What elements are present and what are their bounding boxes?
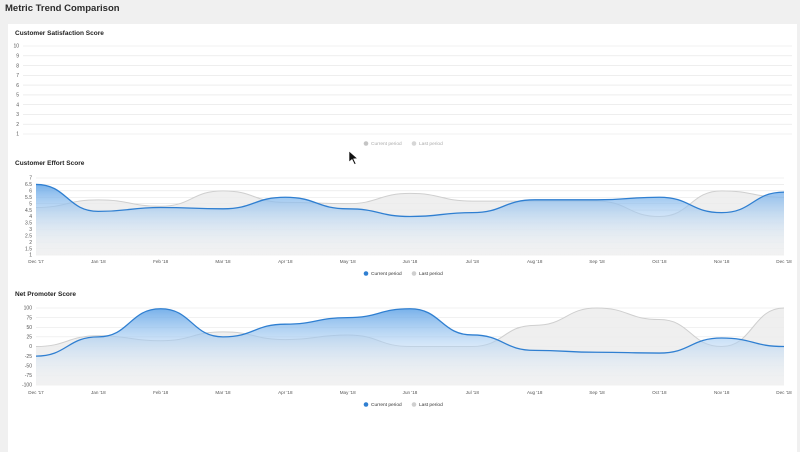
x-tick-label: Aug '18 [527, 390, 543, 395]
legend-current-marker[interactable] [363, 402, 369, 407]
chart-legend: Current period Last period [363, 141, 443, 147]
chart-1: Customer Effort Score 11.522.533.544.555.… [15, 160, 792, 277]
legend-last-label[interactable]: Last period [419, 141, 443, 147]
y-tick-label: 1.5 [25, 246, 32, 252]
y-tick-label: 5 [16, 93, 19, 99]
y-tick-label: 5.5 [25, 195, 32, 201]
y-tick-label: 1 [16, 132, 19, 138]
x-tick-label: Jan '18 [91, 259, 106, 264]
x-tick-label: Jun '18 [403, 390, 418, 395]
legend-last-label[interactable]: Last period [419, 402, 443, 408]
y-tick-label: -50 [25, 363, 32, 369]
x-tick-label: Feb '18 [153, 259, 169, 264]
y-tick-label: 6 [16, 83, 19, 89]
y-tick-label: 100 [24, 306, 33, 312]
x-tick-label: Dec '17 [28, 390, 44, 395]
y-tick-label: 4 [29, 214, 32, 220]
y-tick-label: 6.5 [25, 182, 32, 188]
chart-0: Customer Satisfaction Score 1 2 3 4 5 6 7 8 9 10 Cu… [13, 30, 792, 147]
y-tick-label: 50 [26, 325, 32, 331]
charts-canvas: Customer Satisfaction Score12345678910Cu… [13, 30, 792, 408]
x-tick-label: Jul '18 [466, 259, 480, 264]
y-tick-label: 0 [29, 344, 32, 350]
x-tick-label: Jun '18 [403, 259, 418, 264]
y-tick-label: 3 [29, 227, 32, 233]
y-tick-label: 3 [16, 112, 19, 118]
legend-last-marker[interactable] [411, 271, 417, 276]
chart-title: Customer Effort Score [15, 160, 85, 167]
y-tick-label: 4.5 [25, 208, 32, 214]
x-tick-label: Sep '18 [589, 390, 605, 395]
x-tick-label: Mar '18 [215, 259, 231, 264]
y-tick-label: -75 [25, 373, 32, 379]
y-tick-label: 1 [29, 253, 32, 259]
x-tick-label: Feb '18 [153, 390, 169, 395]
y-tick-label: 75 [26, 315, 32, 321]
chart-legend: Current period Last period [363, 271, 443, 277]
x-tick-label: Apr '18 [278, 390, 293, 395]
y-tick-label: 2 [29, 240, 32, 246]
x-tick-label: Mar '18 [215, 390, 231, 395]
chart-2: Net Promoter Score -100 -75 -50 -25 0 25 50 75 10… [15, 291, 792, 408]
x-tick-label: Apr '18 [278, 259, 293, 264]
legend-current-label[interactable]: Current period [371, 271, 402, 277]
y-tick-label: 2.5 [25, 233, 32, 239]
legend-last-marker[interactable] [411, 141, 417, 146]
y-tick-label: 3.5 [25, 221, 32, 227]
chart-title: Net Promoter Score [15, 291, 76, 298]
legend-current-label[interactable]: Current period [371, 141, 402, 147]
y-tick-label: 9 [16, 53, 19, 59]
x-tick-label: Nov '18 [714, 390, 730, 395]
x-tick-label: Jul '18 [466, 390, 480, 395]
y-tick-label: 10 [13, 44, 19, 50]
legend-current-marker[interactable] [363, 141, 369, 146]
x-tick-label: May '18 [340, 259, 356, 264]
mouse-cursor-icon [348, 150, 359, 165]
y-tick-label: 5 [29, 201, 32, 207]
x-tick-label: Sep '18 [589, 259, 605, 264]
legend-last-marker[interactable] [411, 402, 417, 407]
x-tick-label: May '18 [340, 390, 356, 395]
legend-current-marker[interactable] [363, 271, 369, 276]
page-title: Metric Trend Comparison [5, 3, 120, 14]
y-tick-label: -100 [22, 383, 32, 389]
y-tick-label: 8 [16, 63, 19, 69]
y-tick-label: 2 [16, 122, 19, 128]
x-tick-label: Jan '18 [91, 390, 106, 395]
x-tick-label: Oct '18 [652, 390, 667, 395]
y-tick-label: 6 [29, 189, 32, 195]
x-tick-label: Dec '18 [776, 390, 792, 395]
x-tick-label: Dec '17 [28, 259, 44, 264]
chart-legend: Current period Last period [363, 402, 443, 408]
x-tick-label: Nov '18 [714, 259, 730, 264]
x-tick-label: Oct '18 [652, 259, 667, 264]
chart-title: Customer Satisfaction Score [15, 30, 104, 37]
legend-last-label[interactable]: Last period [419, 271, 443, 277]
x-tick-label: Aug '18 [527, 259, 543, 264]
legend-current-label[interactable]: Current period [371, 402, 402, 408]
charts-panel: Customer Satisfaction Score 1 2 3 4 5 6 7 8 9 10 Cu… [8, 24, 797, 452]
y-tick-label: -25 [25, 354, 32, 360]
y-tick-label: 7 [29, 176, 32, 182]
y-tick-label: 25 [26, 335, 32, 341]
y-tick-label: 7 [16, 73, 19, 79]
x-tick-label: Dec '18 [776, 259, 792, 264]
y-tick-label: 4 [16, 102, 19, 108]
